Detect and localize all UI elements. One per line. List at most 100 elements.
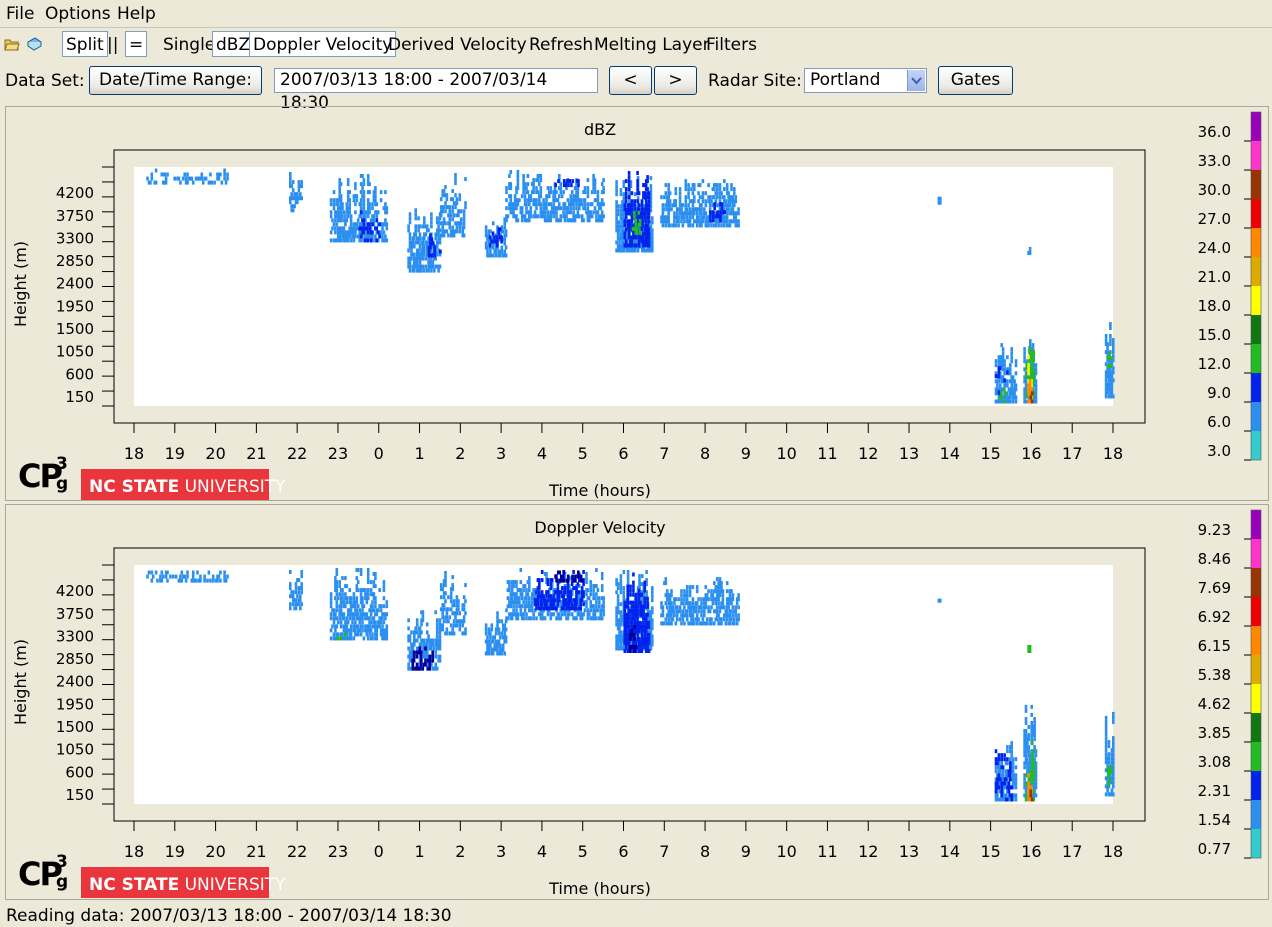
gates-button[interactable]: Gates [938,66,1013,95]
data-cell [673,601,676,606]
menu-options[interactable]: Options [45,4,111,24]
data-cell [1009,773,1012,778]
date-range-button[interactable]: Date/Time Range: [89,66,262,95]
data-cell [576,194,580,199]
data-cell [727,605,730,610]
data-cell [526,190,530,195]
radar-site-select[interactable]: Portland [804,68,927,93]
prev-button[interactable]: < [609,66,652,95]
data-cell [289,586,292,591]
data-cell [199,578,202,583]
next-button[interactable]: > [654,66,697,95]
data-cell [681,617,685,622]
data-cell [186,574,189,579]
data-cell [549,190,553,195]
data-cell [498,227,502,232]
data-cell [183,172,186,177]
data-cell [1003,757,1006,762]
data-cell [558,202,561,207]
single-button[interactable]: Single [163,35,215,55]
data-cell [709,210,712,215]
split-horizontal-button[interactable]: = [125,31,148,57]
data-cell [1000,793,1003,798]
data-cell [438,264,442,269]
save-book-icon[interactable] [26,36,42,52]
melting-layer-button[interactable]: Melting Layer [594,35,710,55]
data-cell [523,198,527,203]
data-cell [709,214,712,219]
data-cell [664,191,668,196]
data-cell [356,632,360,637]
x-tick-label: 12 [858,842,878,861]
data-cell [462,595,466,600]
data-cell [536,598,540,603]
data-cell [344,576,347,581]
data-cell [365,612,369,617]
colorbar-segment [1251,170,1261,199]
data-cell [622,594,626,599]
data-cell [638,222,642,227]
doppler-panel: Doppler Velocity 150 600 1050 1500 1950 2400 28… [5,504,1269,900]
data-cell [435,244,439,249]
data-cell [1034,785,1038,790]
data-cell [1032,761,1035,766]
derived-velocity-button[interactable]: Derived Velocity [388,35,527,55]
split-button[interactable]: Split [62,31,108,57]
data-cell [329,636,333,641]
data-cell [300,602,303,607]
data-cell [1029,370,1033,375]
data-cell [684,179,688,184]
data-cell [687,195,690,200]
colorbar-segment [1251,344,1261,373]
data-cell [647,620,651,625]
data-cell [516,170,520,174]
data-cell [508,584,511,589]
data-cell [710,589,713,594]
data-cell [624,645,628,649]
data-cell [642,207,645,212]
data-cell [1034,769,1038,774]
data-cell [339,624,343,629]
filters-button[interactable]: Filters [706,35,757,55]
split-vertical-button[interactable]: || [107,35,118,55]
data-cell [346,620,350,625]
data-cell [171,574,175,579]
colorbar-segment [1251,800,1261,829]
data-cell [688,223,692,228]
y-tick-label: 3300 [56,627,94,645]
data-cell [567,183,570,188]
data-cell [647,632,651,637]
data-cell [730,183,733,188]
data-cell [734,605,738,610]
data-cell [374,620,377,625]
data-cell [488,235,492,240]
data-cell [173,176,176,181]
data-cell [670,621,673,626]
colorbar-label: 4.62 [1198,695,1231,713]
doppler-velocity-button[interactable]: Doppler Velocity [249,31,397,57]
date-range-field[interactable]: 2007/03/13 18:00 - 2007/03/14 18:30 [274,68,598,113]
data-cell [219,578,222,583]
dbz-button[interactable]: dBZ [212,31,255,57]
menu-help[interactable]: Help [117,4,156,24]
data-cell [997,753,1001,758]
data-cell [365,600,369,605]
menu-file[interactable]: File [6,4,34,24]
data-cell [1014,777,1018,782]
data-cell [444,571,447,575]
data-cell [586,608,590,613]
chevron-down-icon[interactable] [907,70,925,91]
data-cell [522,616,525,621]
data-cell [643,211,647,216]
data-cell [649,614,653,619]
data-cell [366,580,370,585]
open-folder-icon[interactable] [4,36,20,52]
data-cell [693,195,696,200]
refresh-button[interactable]: Refresh [529,35,593,55]
data-cell [1009,395,1012,400]
dbz-chart: dBZ1506001050150019502400285033003750420… [11,111,1262,500]
data-cell [619,582,623,587]
data-cell [583,186,587,191]
data-cell [563,202,567,207]
data-cell [1034,383,1038,388]
